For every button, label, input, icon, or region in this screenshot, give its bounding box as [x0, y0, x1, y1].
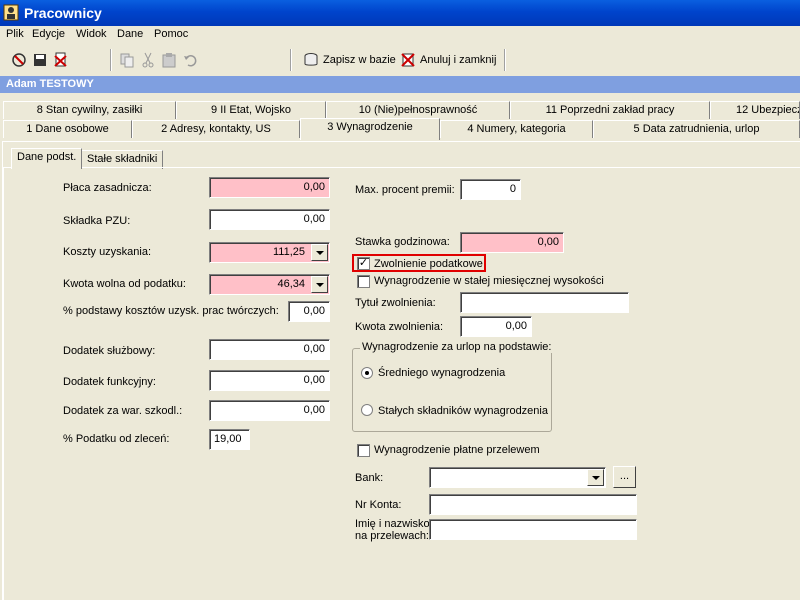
nr-konta-label: Nr Konta: [355, 499, 402, 511]
zwolnienie-label: Zwolnienie podatkowe [374, 258, 483, 270]
subtab-dane-podst[interactable]: Dane podst. [11, 148, 83, 169]
cancel-button-label: Anuluj i zamknij [420, 54, 497, 66]
tab-ii-etat[interactable]: 9 II Etat, Wojsko [176, 101, 326, 119]
toolbar-group-clipboard [118, 49, 199, 71]
tab-data-zatrudnienia[interactable]: 5 Data zatrudnienia, urlop [593, 120, 800, 138]
podatek-zlecen-label: % Podatku od zleceń: [63, 433, 170, 445]
kwota-wolna-field[interactable]: 46,34 [209, 274, 330, 295]
save-db-icon [304, 53, 318, 66]
imie-nazwisko-label-2: na przelewach: [355, 530, 429, 542]
kwota-wolna-value: 46,34 [277, 278, 305, 290]
stawka-label: Stawka godzinowa: [355, 236, 450, 248]
urlop-groupbox [352, 348, 552, 432]
stala-wysokosc-checkbox[interactable] [357, 275, 370, 288]
toolbar-separator [110, 49, 112, 71]
menu-plik[interactable]: Plik [6, 28, 24, 40]
placa-field[interactable]: 0,00 [209, 177, 330, 198]
tab-niepelnosprawnosc[interactable]: 10 (Nie)pełnosprawność [326, 101, 510, 119]
radio-srednie[interactable] [361, 367, 373, 379]
podatek-zlecen-field[interactable]: 19,00 [209, 429, 250, 450]
koszty-dropdown-icon[interactable] [311, 244, 328, 261]
tab-ubezpieczenia[interactable]: 12 Ubezpiecz [710, 101, 800, 119]
procent-kosztow-label: % podstawy kosztów uzysk. prac twórczych… [63, 305, 279, 317]
kwota-zwolnienia-label: Kwota zwolnienia: [355, 321, 444, 333]
procent-kosztow-field[interactable]: 0,00 [288, 301, 330, 322]
app-icon [3, 4, 19, 21]
tab-adresy[interactable]: 2 Adresy, kontakty, US [132, 120, 300, 138]
dodatek-szkodl-label: Dodatek za war. szkodl.: [63, 405, 183, 417]
dodatek-funkcyjny-field[interactable]: 0,00 [209, 370, 330, 391]
imie-nazwisko-field[interactable] [429, 519, 637, 540]
toolbar-group-edit [10, 49, 70, 71]
zwolnienie-checkbox[interactable]: ✓ [357, 257, 370, 270]
dodatek-sluzbowy-field[interactable]: 0,00 [209, 339, 330, 360]
stawka-field[interactable]: 0,00 [460, 232, 564, 253]
save-button-label: Zapisz w bazie [323, 54, 396, 66]
placa-label: Płaca zasadnicza: [63, 182, 152, 194]
tab-numery[interactable]: 4 Numery, kategoria [440, 120, 593, 138]
kwota-zwolnienia-field[interactable]: 0,00 [460, 316, 532, 337]
toolbar: Zapisz w bazie Anuluj i zamknij [0, 45, 800, 75]
cancel-icon [401, 53, 415, 67]
employee-header: Adam TESTOWY [0, 76, 800, 93]
bank-label: Bank: [355, 472, 384, 484]
menu-widok[interactable]: Widok [76, 28, 107, 40]
menu-dane[interactable]: Dane [117, 28, 143, 40]
koszty-field[interactable]: 111,25 [209, 242, 330, 263]
window-title: Pracownicy [24, 5, 102, 21]
tab-dane-osobowe[interactable]: 1 Dane osobowe [3, 120, 132, 138]
tab-stan-cywilny[interactable]: 8 Stan cywilny, zasiłki [3, 101, 176, 119]
tytul-zwolnienia-label: Tytuł zwolnienia: [355, 297, 436, 309]
imie-nazwisko-label-1: Imię i nazwisko [355, 518, 430, 530]
max-premii-label: Max. procent premii: [355, 184, 455, 196]
cancel-button[interactable]: Anuluj i zamknij [399, 49, 496, 71]
dodatek-sluzbowy-label: Dodatek służbowy: [63, 345, 156, 357]
radio-stale[interactable] [361, 404, 373, 416]
toolbar-separator [290, 49, 292, 71]
cut-icon[interactable] [139, 51, 157, 69]
copy-icon[interactable] [118, 51, 136, 69]
kwota-dropdown-icon[interactable] [311, 276, 328, 293]
menu-bar: Plik Edycje Widok Dane Pomoc [0, 26, 800, 44]
nr-konta-field[interactable] [429, 494, 637, 515]
radio-srednie-label: Średniego wynagrodzenia [378, 367, 506, 379]
undo-icon[interactable] [181, 51, 199, 69]
save-button[interactable]: Zapisz w bazie [302, 49, 396, 71]
bank-field[interactable] [429, 467, 606, 488]
przelew-label: Wynagrodzenie płatne przelewem [374, 444, 540, 456]
tytul-zwolnienia-field[interactable] [460, 292, 629, 313]
przelew-checkbox[interactable] [357, 444, 370, 457]
tab-poprzedni-zaklad[interactable]: 11 Poprzedni zakład pracy [510, 101, 710, 119]
koszty-label: Koszty uzyskania: [63, 246, 152, 258]
dodatek-funkcyjny-label: Dodatek funkcyjny: [63, 376, 156, 388]
stala-wysokosc-label: Wynagrodzenie w stałej miesięcznej wysok… [374, 275, 604, 287]
pzu-field[interactable]: 0,00 [209, 209, 330, 230]
paste-icon[interactable] [160, 51, 178, 69]
save-disk-icon[interactable] [31, 51, 49, 69]
radio-stale-label: Stałych składników wynagrodzenia [378, 405, 548, 417]
tab-wynagrodzenie[interactable]: 3 Wynagrodzenie [300, 118, 440, 140]
dodatek-szkodl-field[interactable]: 0,00 [209, 400, 330, 421]
bank-dropdown-icon[interactable] [587, 469, 604, 486]
urlop-group-title: Wynagrodzenie za urlop na podstawie: [360, 341, 554, 353]
menu-edycje[interactable]: Edycje [32, 28, 65, 40]
title-bar: Pracownicy [0, 0, 800, 26]
toolbar-separator [504, 49, 506, 71]
kwota-wolna-label: Kwota wolna od podatku: [63, 278, 186, 290]
bank-browse-button[interactable]: ... [613, 466, 636, 488]
exit-icon[interactable] [10, 51, 28, 69]
pzu-label: Składka PZU: [63, 215, 131, 227]
koszty-value: 111,25 [272, 246, 305, 258]
menu-pomoc[interactable]: Pomoc [154, 28, 188, 40]
delete-doc-icon[interactable] [52, 51, 70, 69]
max-premii-field[interactable]: 0 [460, 179, 521, 200]
